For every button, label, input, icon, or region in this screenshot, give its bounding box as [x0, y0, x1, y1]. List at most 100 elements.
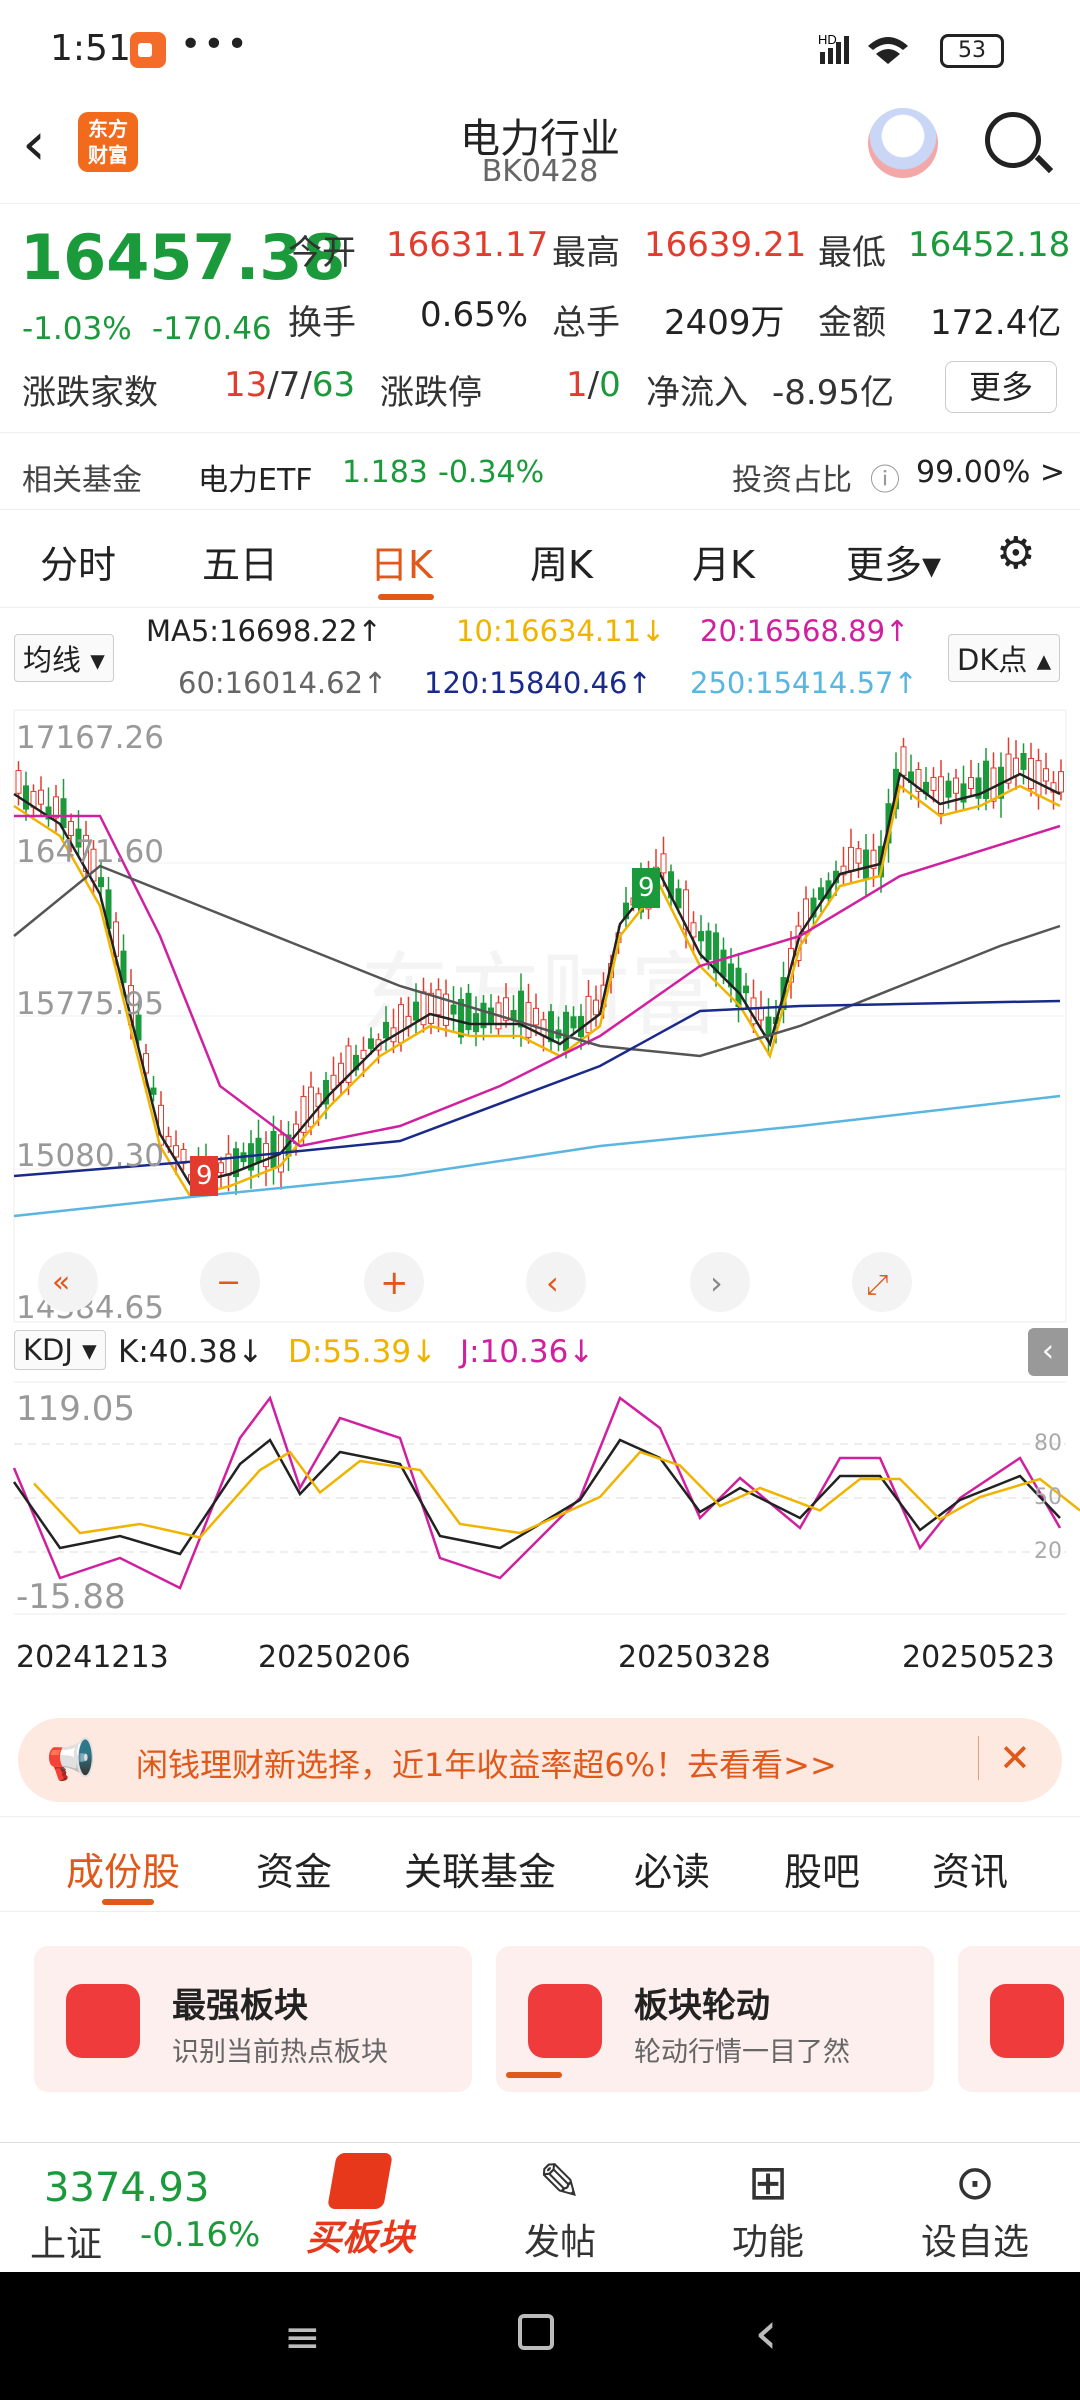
sector-rotation-icon — [528, 1984, 602, 2058]
candle — [930, 776, 937, 791]
y-tick-label: 15775.95 — [16, 986, 164, 1022]
help-icon[interactable]: ⓘ — [870, 455, 900, 499]
more-dots-icon: ••• — [180, 24, 250, 65]
tab-5day[interactable]: 五日 — [202, 534, 278, 589]
related-fund-row[interactable]: 相关基金 电力ETF 1.183 -0.34% 投资占比 ⓘ 99.00% > — [0, 432, 1080, 510]
menu-icon[interactable]: ≡ — [284, 2312, 321, 2363]
kdj-level-label: 80 — [1034, 1431, 1062, 1456]
home-icon[interactable] — [518, 2314, 554, 2350]
status-bar: 1:51 ••• HD 53 — [0, 0, 1080, 100]
tab-intraday[interactable]: 分时 — [40, 534, 116, 589]
candle — [60, 798, 67, 829]
candle — [705, 930, 712, 960]
volume-value: 2409万 — [664, 303, 785, 343]
tab-funds-flow[interactable]: 资金 — [256, 1841, 332, 1896]
candlestick-chart[interactable]: 东方财富 17167.26 16471.60 15775.95 15080.30… — [0, 706, 1080, 1326]
promo-banner[interactable]: 📢 闲钱理财新选择，近1年收益率超6%！去看看>> ✕ — [18, 1718, 1062, 1802]
tab-forum[interactable]: 股吧 — [784, 1841, 860, 1896]
candle — [743, 985, 749, 994]
card-partial[interactable] — [958, 1946, 1080, 2092]
candle — [563, 1011, 569, 1051]
candle — [863, 849, 869, 879]
candle — [938, 776, 944, 814]
tab-weekly-k[interactable]: 周K — [530, 534, 593, 589]
amount-value: 172.4亿 — [930, 303, 1062, 343]
candle — [1013, 757, 1019, 777]
kdj-selector[interactable]: KDJ ▾ — [14, 1330, 106, 1370]
limit-values: 1/0 — [566, 365, 621, 405]
card-title: 板块轮动 — [634, 1986, 770, 2026]
period-tabs: 分时 五日 日K 周K 月K 更多▾ ⚙ — [0, 512, 1080, 608]
card-sector-rotation[interactable]: 板块轮动 轮动行情一目了然 — [496, 1946, 934, 2092]
candle — [38, 789, 44, 805]
index-name[interactable]: 上证 — [30, 2215, 102, 2267]
turnover-label: 换手 — [288, 303, 356, 343]
low-label: 最低 — [818, 233, 886, 273]
settings-gear-icon[interactable]: ⚙ — [996, 528, 1035, 579]
dk-selector[interactable]: DK点 ▴ — [948, 634, 1061, 682]
candle — [98, 877, 104, 888]
candle — [450, 1004, 457, 1015]
tab-related-funds[interactable]: 关联基金 — [404, 1841, 556, 1896]
functions-button[interactable]: ⊞ 功能 — [708, 2153, 828, 2265]
search-icon[interactable] — [985, 112, 1041, 168]
tab-must-read[interactable]: 必读 — [634, 1841, 710, 1896]
candle — [533, 1007, 539, 1026]
tab-daily-k[interactable]: 日K — [370, 534, 433, 589]
ratio-value[interactable]: 99.00% > — [916, 455, 1065, 490]
tab-news[interactable]: 资讯 — [932, 1841, 1008, 1896]
add-watchlist-button[interactable]: ⊙ 设自选 — [910, 2153, 1040, 2265]
assistant-robot-icon[interactable] — [868, 108, 938, 178]
content-tabs: 成份股 资金 关联基金 必读 股吧 资讯 — [0, 1816, 1080, 1912]
adv-dec-label: 涨跌家数 — [22, 373, 158, 413]
card-strongest-sector[interactable]: 最强板块 识别当前热点板块 — [34, 1946, 472, 2092]
ma5-value: MA5:16698.22↑ — [146, 614, 382, 648]
active-tab-underline — [102, 1899, 154, 1905]
more-button[interactable]: 更多 — [945, 361, 1057, 413]
kdj-legend: KDJ ▾ K:40.38↓ D:55.39↓ J:10.36↓ ‹ — [0, 1326, 1080, 1378]
candle — [255, 1137, 262, 1163]
kdj-k-line — [12, 1438, 1061, 1556]
signal-9-label: 9 — [196, 1161, 213, 1191]
index-change[interactable]: -0.16% — [140, 2215, 260, 2255]
candle — [218, 1162, 224, 1174]
candle — [15, 770, 22, 794]
kdj-k-value: K:40.38↓ — [118, 1334, 264, 1370]
back-nav-icon[interactable]: ‹ — [754, 2298, 778, 2368]
close-icon[interactable]: ✕ — [978, 1736, 1031, 1780]
date-label: 20241213 — [16, 1640, 169, 1675]
candle — [765, 1016, 772, 1037]
signal-icon: HD — [818, 30, 928, 73]
promo-text[interactable]: 闲钱理财新选择，近1年收益率超6%！去看看>> — [136, 1740, 837, 1786]
watermark-logo: 东方财富 — [360, 943, 720, 1048]
tab-more[interactable]: 更多▾ — [846, 534, 941, 589]
volume-label: 总手 — [552, 303, 620, 343]
candle — [758, 1007, 764, 1021]
candle — [1043, 768, 1049, 782]
tab-monthly-k[interactable]: 月K — [692, 534, 755, 589]
net-inflow-value: -8.95亿 — [772, 373, 894, 413]
indicator-selector[interactable]: 均线 ▾ — [14, 634, 114, 682]
candle — [383, 1021, 389, 1039]
kdj-d-value: D:55.39↓ — [288, 1334, 438, 1370]
status-time: 1:51 — [50, 28, 131, 69]
card-desc: 轮动行情一目了然 — [634, 2037, 850, 2068]
active-tab-underline — [378, 594, 434, 600]
buy-sector-button[interactable]: 买板块 — [300, 2153, 420, 2261]
svg-text:+: + — [380, 1263, 409, 1303]
candle — [413, 1001, 419, 1021]
ma250-value: 250:15414.57↑ — [690, 666, 918, 700]
candle — [1058, 771, 1064, 793]
candle — [855, 848, 862, 864]
tab-constituents[interactable]: 成份股 — [66, 1841, 180, 1896]
carousel-indicator — [506, 2072, 562, 2078]
candle — [990, 767, 997, 802]
candle — [150, 1087, 157, 1095]
signal-9-label: 9 — [638, 873, 655, 903]
kdj-chart[interactable]: 119.05 -15.88 80 50 20 — [0, 1378, 1080, 1618]
post-button[interactable]: ✎ 发帖 — [500, 2153, 620, 2265]
change-value: -170.46 — [152, 311, 272, 347]
index-value[interactable]: 3374.93 — [44, 2165, 209, 2211]
candle — [698, 931, 704, 942]
collapse-panel-icon[interactable]: ‹ — [1028, 1328, 1068, 1376]
